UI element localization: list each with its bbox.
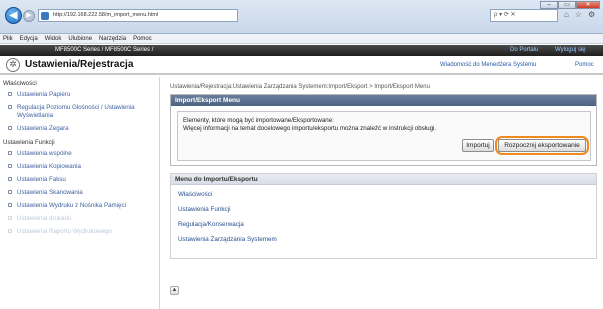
message-to-admin-link[interactable]: Wiadomość do Menedżera Systemu [440, 62, 536, 68]
browser-menubar: Plik Edycja Widok Ulubione Narzędzia Pom… [0, 34, 603, 44]
page-title: Ustawienia/Rejestracja [25, 59, 134, 70]
menu-panel-title: Menu do Importu/Eksportu [171, 174, 596, 185]
close-icon[interactable]: ✕ [576, 1, 600, 9]
bullet-icon [8, 203, 12, 207]
sidebar-item-label: Ustawienia drukarki [17, 215, 71, 222]
back-arrow-icon[interactable]: ◀ [5, 7, 22, 24]
sidebar-item-label: Ustawienia wspólne [17, 150, 72, 157]
bullet-icon [8, 229, 12, 233]
sidebar-item-label: Ustawienia Raportu Wydrukowego [17, 228, 112, 235]
sidebar-item-scan-settings[interactable]: Ustawienia Skanowania [0, 187, 159, 200]
bullet-icon [8, 92, 12, 96]
sidebar-item-volume-display[interactable]: Regulacja Poziomu Głośności / Ustawienia… [0, 102, 159, 123]
scroll-to-top-icon[interactable]: ▲ [170, 286, 179, 295]
sidebar-item-paper-settings[interactable]: Ustawienia Papieru [0, 89, 159, 102]
maximize-icon[interactable]: ▭ [558, 1, 576, 9]
panel-title: Import/Eksport Menu [171, 95, 596, 106]
menu-file[interactable]: Plik [3, 34, 13, 43]
sidebar-item-label: Ustawienia Faksu [17, 176, 66, 183]
menu-item-adjustment-maintenance: Regulacja/Konserwacja [178, 221, 244, 228]
menu-edit[interactable]: Edycja [20, 34, 38, 43]
sidebar-item-clock-settings[interactable]: Ustawienia Zegara [0, 123, 159, 136]
sidebar-item-label: Ustawienia Papieru [17, 91, 71, 98]
browser-toolbar-icons: ⌂ ☆ ⚙ [564, 10, 595, 19]
start-export-button[interactable]: Rozpocznij eksportowanie [498, 139, 586, 152]
breadcrumb: Ustawienia/Rejestracja:Ustawienia Zarząd… [170, 84, 430, 90]
sidebar-item-label: Ustawienia Zegara [17, 125, 69, 132]
sidebar-item-memory-print-settings[interactable]: Ustawienia Wydruku z Nośnika Pamięci [0, 200, 159, 213]
sidebar-item-report-settings[interactable]: Ustawienia Raportu Wydrukowego [0, 226, 159, 239]
menu-item-function-settings: Ustawienia Funkcji [178, 206, 231, 213]
settings-gear-icon[interactable]: ⚙ [588, 10, 595, 19]
site-favicon-icon [41, 12, 49, 20]
menu-help[interactable]: Pomoc [133, 34, 152, 43]
portal-link[interactable]: Do Portalu [510, 45, 538, 56]
sidebar-item-printer-settings[interactable]: Ustawienia drukarki [0, 213, 159, 226]
window-controls: ‒ ▭ ✕ [540, 1, 600, 9]
sidebar-item-label: Ustawienia Kopiowania [17, 163, 81, 170]
import-export-menu-panel: Menu do Importu/Eksportu Właściwości Ust… [170, 173, 597, 259]
menu-tools[interactable]: Narzędzia [99, 34, 126, 43]
sidebar-item-fax-settings[interactable]: Ustawienia Faksu [0, 174, 159, 187]
description-line-1: Elementy, które mogą być importowane/Eks… [183, 117, 334, 124]
bullet-icon [8, 164, 12, 168]
bullet-icon [8, 177, 12, 181]
help-link[interactable]: Pomoc [575, 62, 594, 68]
menu-item-properties: Właściwości [178, 191, 213, 198]
sidebar-item-common-settings[interactable]: Ustawienia wspólne [0, 148, 159, 161]
sidebar: Właściwości Ustawienia Papieru Regulacja… [0, 77, 160, 309]
address-bar-url: http://192.168.222.58/m_import_menu.html [53, 12, 159, 18]
description-line-2: Więcej informacji na temat docelowego im… [183, 125, 437, 132]
bullet-icon [8, 126, 12, 130]
main-content: Ustawienia/Rejestracja:Ustawienia Zarząd… [165, 77, 603, 309]
bullet-icon [8, 151, 12, 155]
address-bar[interactable]: http://192.168.222.58/m_import_menu.html [38, 9, 238, 22]
address-bar-controls[interactable]: ρ ▾ ⟳ ✕ [490, 9, 558, 22]
browser-chrome: ◀ ▶ http://192.168.222.58/m_import_menu.… [0, 0, 603, 34]
panel-body: Elementy, które mogą być importowane/Eks… [177, 111, 591, 161]
page-header: ✲ Ustawienia/Rejestracja Wiadomość do Me… [0, 56, 603, 75]
sidebar-item-label: Ustawienia Skanowania [17, 189, 83, 196]
logout-link[interactable]: Wyloguj się [555, 45, 586, 56]
bullet-icon [8, 216, 12, 220]
sidebar-item-label: Regulacja Poziomu Głośności / Ustawienia… [17, 104, 135, 119]
bullet-icon [8, 190, 12, 194]
import-button[interactable]: Importuj [462, 139, 494, 152]
sidebar-item-copy-settings[interactable]: Ustawienia Kopiowania [0, 161, 159, 174]
favorites-star-icon[interactable]: ☆ [575, 10, 582, 19]
menu-item-system-management: Ustawienia Zarządzania Systemem [178, 236, 277, 243]
home-icon[interactable]: ⌂ [564, 10, 569, 19]
sidebar-section-properties: Właściwości [3, 80, 37, 87]
device-name: MF8500C Series / MF8500C Series / [55, 47, 154, 53]
minimize-icon[interactable]: ‒ [540, 1, 558, 9]
sidebar-item-label: Ustawienia Wydruku z Nośnika Pamięci [17, 202, 126, 209]
bullet-icon [8, 105, 12, 109]
settings-gear-icon: ✲ [6, 58, 20, 72]
import-export-panel: Import/Eksport Menu Elementy, które mogą… [170, 94, 597, 166]
forward-arrow-icon[interactable]: ▶ [23, 10, 35, 22]
menu-favorites[interactable]: Ulubione [68, 34, 92, 43]
sidebar-section-function-settings: Ustawienia Funkcji [3, 139, 55, 146]
device-bar: MF8500C Series / MF8500C Series / Do Por… [0, 45, 603, 56]
menu-view[interactable]: Widok [45, 34, 62, 43]
